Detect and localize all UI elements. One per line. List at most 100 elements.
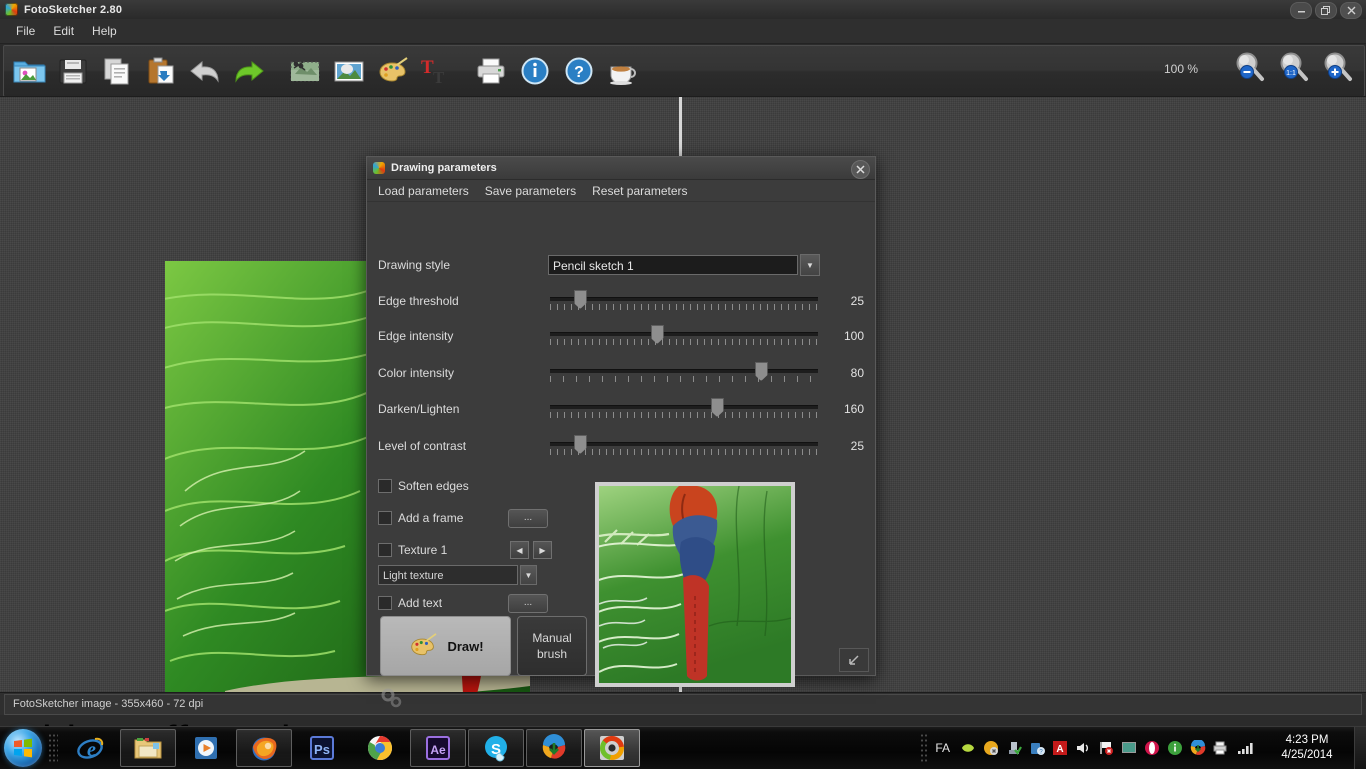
save-image-button[interactable] <box>54 52 92 90</box>
texture-select[interactable]: Light texture <box>378 565 518 585</box>
texture-next-button[interactable]: ▶ <box>533 541 552 559</box>
soften-edges-row[interactable]: Soften edges <box>378 469 578 503</box>
window-titlebar: FotoSketcher 2.80 <box>0 0 1366 20</box>
menu-help[interactable]: Help <box>83 22 126 40</box>
close-button[interactable] <box>1340 2 1362 19</box>
add-text-checkbox[interactable] <box>378 596 392 610</box>
crop-button[interactable] <box>286 52 324 90</box>
darken-lighten-slider[interactable] <box>549 396 818 422</box>
resize-button[interactable] <box>330 52 368 90</box>
level-of-contrast-slider[interactable] <box>549 433 818 459</box>
svg-text:Ps: Ps <box>314 742 330 757</box>
tray-network-icon[interactable] <box>1236 740 1256 756</box>
texture-row[interactable]: Texture 1 ◀ ▶ <box>378 533 578 567</box>
paste-button[interactable] <box>142 52 180 90</box>
slider-ticks <box>549 376 818 382</box>
effects-button[interactable] <box>374 52 412 90</box>
add-text-row[interactable]: Add text ... <box>378 586 578 620</box>
desktop-root: FotoSketcher 2.80 File Edit Help T T ? 1… <box>0 0 1366 769</box>
restore-button[interactable] <box>1315 2 1337 19</box>
copy-button[interactable] <box>98 52 136 90</box>
add-text-label: Add text <box>398 596 443 610</box>
info-button[interactable] <box>516 52 554 90</box>
manual-brush-line2: brush <box>536 647 567 661</box>
zoom-out-button[interactable] <box>1230 49 1268 89</box>
taskbar-skype[interactable]: S <box>468 729 524 767</box>
dialog-titlebar[interactable]: Drawing parameters <box>367 157 875 180</box>
taskbar-media-player[interactable] <box>178 729 234 767</box>
add-frame-options-button[interactable]: ... <box>508 508 548 528</box>
taskbar-idm[interactable] <box>526 729 582 767</box>
manual-brush-line1: Manual <box>532 631 572 645</box>
statusbar: FotoSketcher image - 355x460 - 72 dpi <box>0 692 1366 715</box>
taskbar-clock[interactable]: 4:23 PM 4/25/2014 <box>1266 733 1348 763</box>
tray-icon-group: ? A <box>960 740 1256 756</box>
tray-nvidia-icon[interactable] <box>960 740 976 756</box>
menu-edit[interactable]: Edit <box>44 22 83 40</box>
dialog-close-button[interactable] <box>851 160 870 179</box>
chevron-down-icon[interactable]: ▼ <box>800 254 820 276</box>
tray-device-icon[interactable]: ? <box>1029 740 1045 756</box>
texture-prev-button[interactable]: ◀ <box>510 541 529 559</box>
zoom-in-button[interactable] <box>1318 49 1356 89</box>
slider-ticks <box>549 412 818 418</box>
tray-update-icon[interactable] <box>983 740 999 756</box>
zoom-fit-button[interactable]: 1:1 <box>1274 49 1312 89</box>
drawing-style-select[interactable]: Pencil sketch 1 <box>548 255 798 275</box>
undo-button[interactable] <box>186 52 224 90</box>
taskbar-fotosketcher[interactable] <box>584 729 640 767</box>
level-of-contrast-label: Level of contrast <box>378 439 467 453</box>
save-parameters-menu[interactable]: Save parameters <box>485 184 576 198</box>
menu-file[interactable]: File <box>7 22 44 40</box>
tray-flag-action-center-icon[interactable] <box>1098 740 1114 756</box>
draw-button-label: Draw! <box>447 638 484 654</box>
slider-ticks <box>549 304 818 310</box>
donate-button[interactable] <box>604 52 642 90</box>
tray-info-icon[interactable] <box>1167 740 1183 756</box>
show-desktop-button[interactable] <box>1354 727 1366 769</box>
tray-volume-icon[interactable] <box>1075 740 1091 756</box>
help-button[interactable]: ? <box>560 52 598 90</box>
windows-start-orb-icon[interactable] <box>4 729 42 767</box>
taskbar-internet-explorer[interactable]: e <box>62 729 118 767</box>
chevron-down-icon[interactable]: ▼ <box>520 565 537 585</box>
draw-button[interactable]: Draw! <box>380 616 511 676</box>
tray-monitor-icon[interactable] <box>1121 740 1137 756</box>
tray-safely-remove-icon[interactable] <box>1006 740 1022 756</box>
add-text-button[interactable]: T T <box>418 52 456 90</box>
tray-idm-icon[interactable] <box>1190 740 1206 756</box>
texture-checkbox[interactable] <box>378 543 392 557</box>
svg-text:Ae: Ae <box>430 743 446 757</box>
dialog-resize-button[interactable] <box>839 648 869 672</box>
redo-button[interactable] <box>230 52 268 90</box>
tray-opera-icon[interactable] <box>1144 740 1160 756</box>
print-button[interactable] <box>472 52 510 90</box>
edge-threshold-slider[interactable] <box>549 288 818 314</box>
taskbar-after-effects[interactable]: Ae <box>410 729 466 767</box>
load-parameters-menu[interactable]: Load parameters <box>378 184 469 198</box>
taskbar-grip[interactable] <box>48 733 58 763</box>
add-frame-checkbox[interactable] <box>378 511 392 525</box>
open-image-button[interactable] <box>10 52 48 90</box>
reset-parameters-menu[interactable]: Reset parameters <box>592 184 687 198</box>
tray-adobe-icon[interactable]: A <box>1052 740 1068 756</box>
taskbar-firefox[interactable] <box>236 729 292 767</box>
color-intensity-slider[interactable] <box>549 360 818 386</box>
slider-row-edge-threshold: Edge threshold 25 <box>378 284 864 318</box>
minimize-button[interactable] <box>1290 2 1312 19</box>
tray-grip[interactable] <box>920 733 930 763</box>
taskbar-photoshop[interactable]: Ps <box>294 729 350 767</box>
add-text-options-button[interactable]: ... <box>508 593 548 613</box>
language-indicator[interactable]: FA <box>935 741 950 755</box>
taskbar-chrome[interactable] <box>352 729 408 767</box>
tray-printer-icon[interactable] <box>1213 740 1229 756</box>
gears-icon[interactable] <box>379 687 403 714</box>
preview-thumbnail[interactable] <box>595 482 795 687</box>
slider-track <box>549 297 818 301</box>
taskbar-file-explorer[interactable] <box>120 729 176 767</box>
slider-ticks <box>549 449 818 455</box>
edge-intensity-slider[interactable] <box>549 323 818 349</box>
manual-brush-button[interactable]: Manual brush <box>517 616 587 676</box>
add-frame-row[interactable]: Add a frame ... <box>378 501 578 535</box>
soften-edges-checkbox[interactable] <box>378 479 392 493</box>
